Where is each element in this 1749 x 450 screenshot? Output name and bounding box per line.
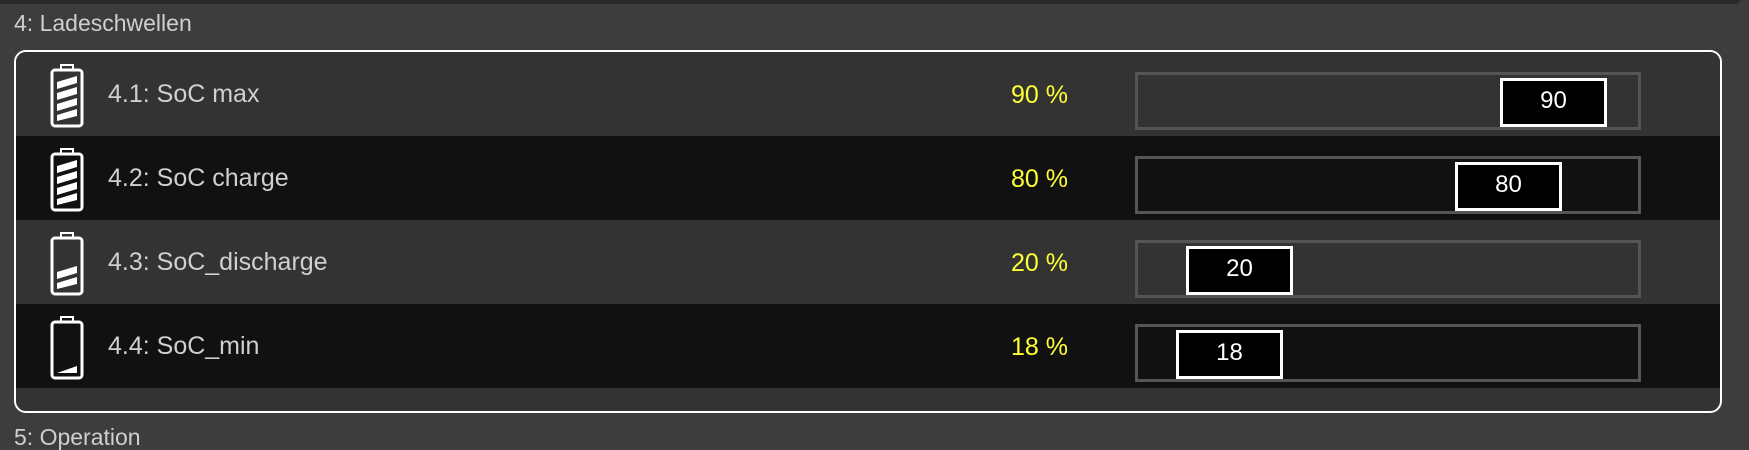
- soc-max-slider[interactable]: 90: [1135, 72, 1641, 130]
- threshold-label: 4.3: SoC_discharge: [108, 248, 328, 276]
- soc-discharge-slider[interactable]: 20: [1135, 240, 1641, 298]
- threshold-row-soc-discharge: 4.3: SoC_discharge 20 % 20: [16, 220, 1720, 304]
- section-title: 4: Ladeschwellen: [14, 10, 192, 36]
- charge-thresholds-panel: 4.1: SoC max 90 % 90 4.2: SoC charge 80 …: [14, 50, 1722, 413]
- threshold-row-soc-min: 4.4: SoC_min 18 % 18: [16, 304, 1720, 388]
- threshold-label: 4.2: SoC charge: [108, 164, 289, 192]
- previous-section-edge: [0, 0, 1740, 4]
- next-section-title: 5: Operation: [14, 424, 141, 450]
- battery-low-icon: [50, 316, 84, 380]
- threshold-label: 4.4: SoC_min: [108, 332, 260, 360]
- soc-charge-slider[interactable]: 80: [1135, 156, 1641, 214]
- threshold-row-soc-charge: 4.2: SoC charge 80 % 80: [16, 136, 1720, 220]
- threshold-label: 4.1: SoC max: [108, 80, 260, 108]
- slider-handle[interactable]: 90: [1500, 78, 1607, 127]
- battery-full-icon: [50, 64, 84, 128]
- battery-full-icon: [50, 148, 84, 212]
- threshold-row-soc-max: 4.1: SoC max 90 % 90: [16, 52, 1720, 136]
- battery-half-icon: [50, 232, 84, 296]
- threshold-percent: 18 %: [1011, 333, 1068, 361]
- slider-handle[interactable]: 20: [1186, 246, 1293, 295]
- threshold-percent: 20 %: [1011, 249, 1068, 277]
- slider-handle[interactable]: 18: [1176, 330, 1283, 379]
- soc-min-slider[interactable]: 18: [1135, 324, 1641, 382]
- threshold-percent: 80 %: [1011, 165, 1068, 193]
- slider-handle[interactable]: 80: [1455, 162, 1562, 211]
- threshold-percent: 90 %: [1011, 81, 1068, 109]
